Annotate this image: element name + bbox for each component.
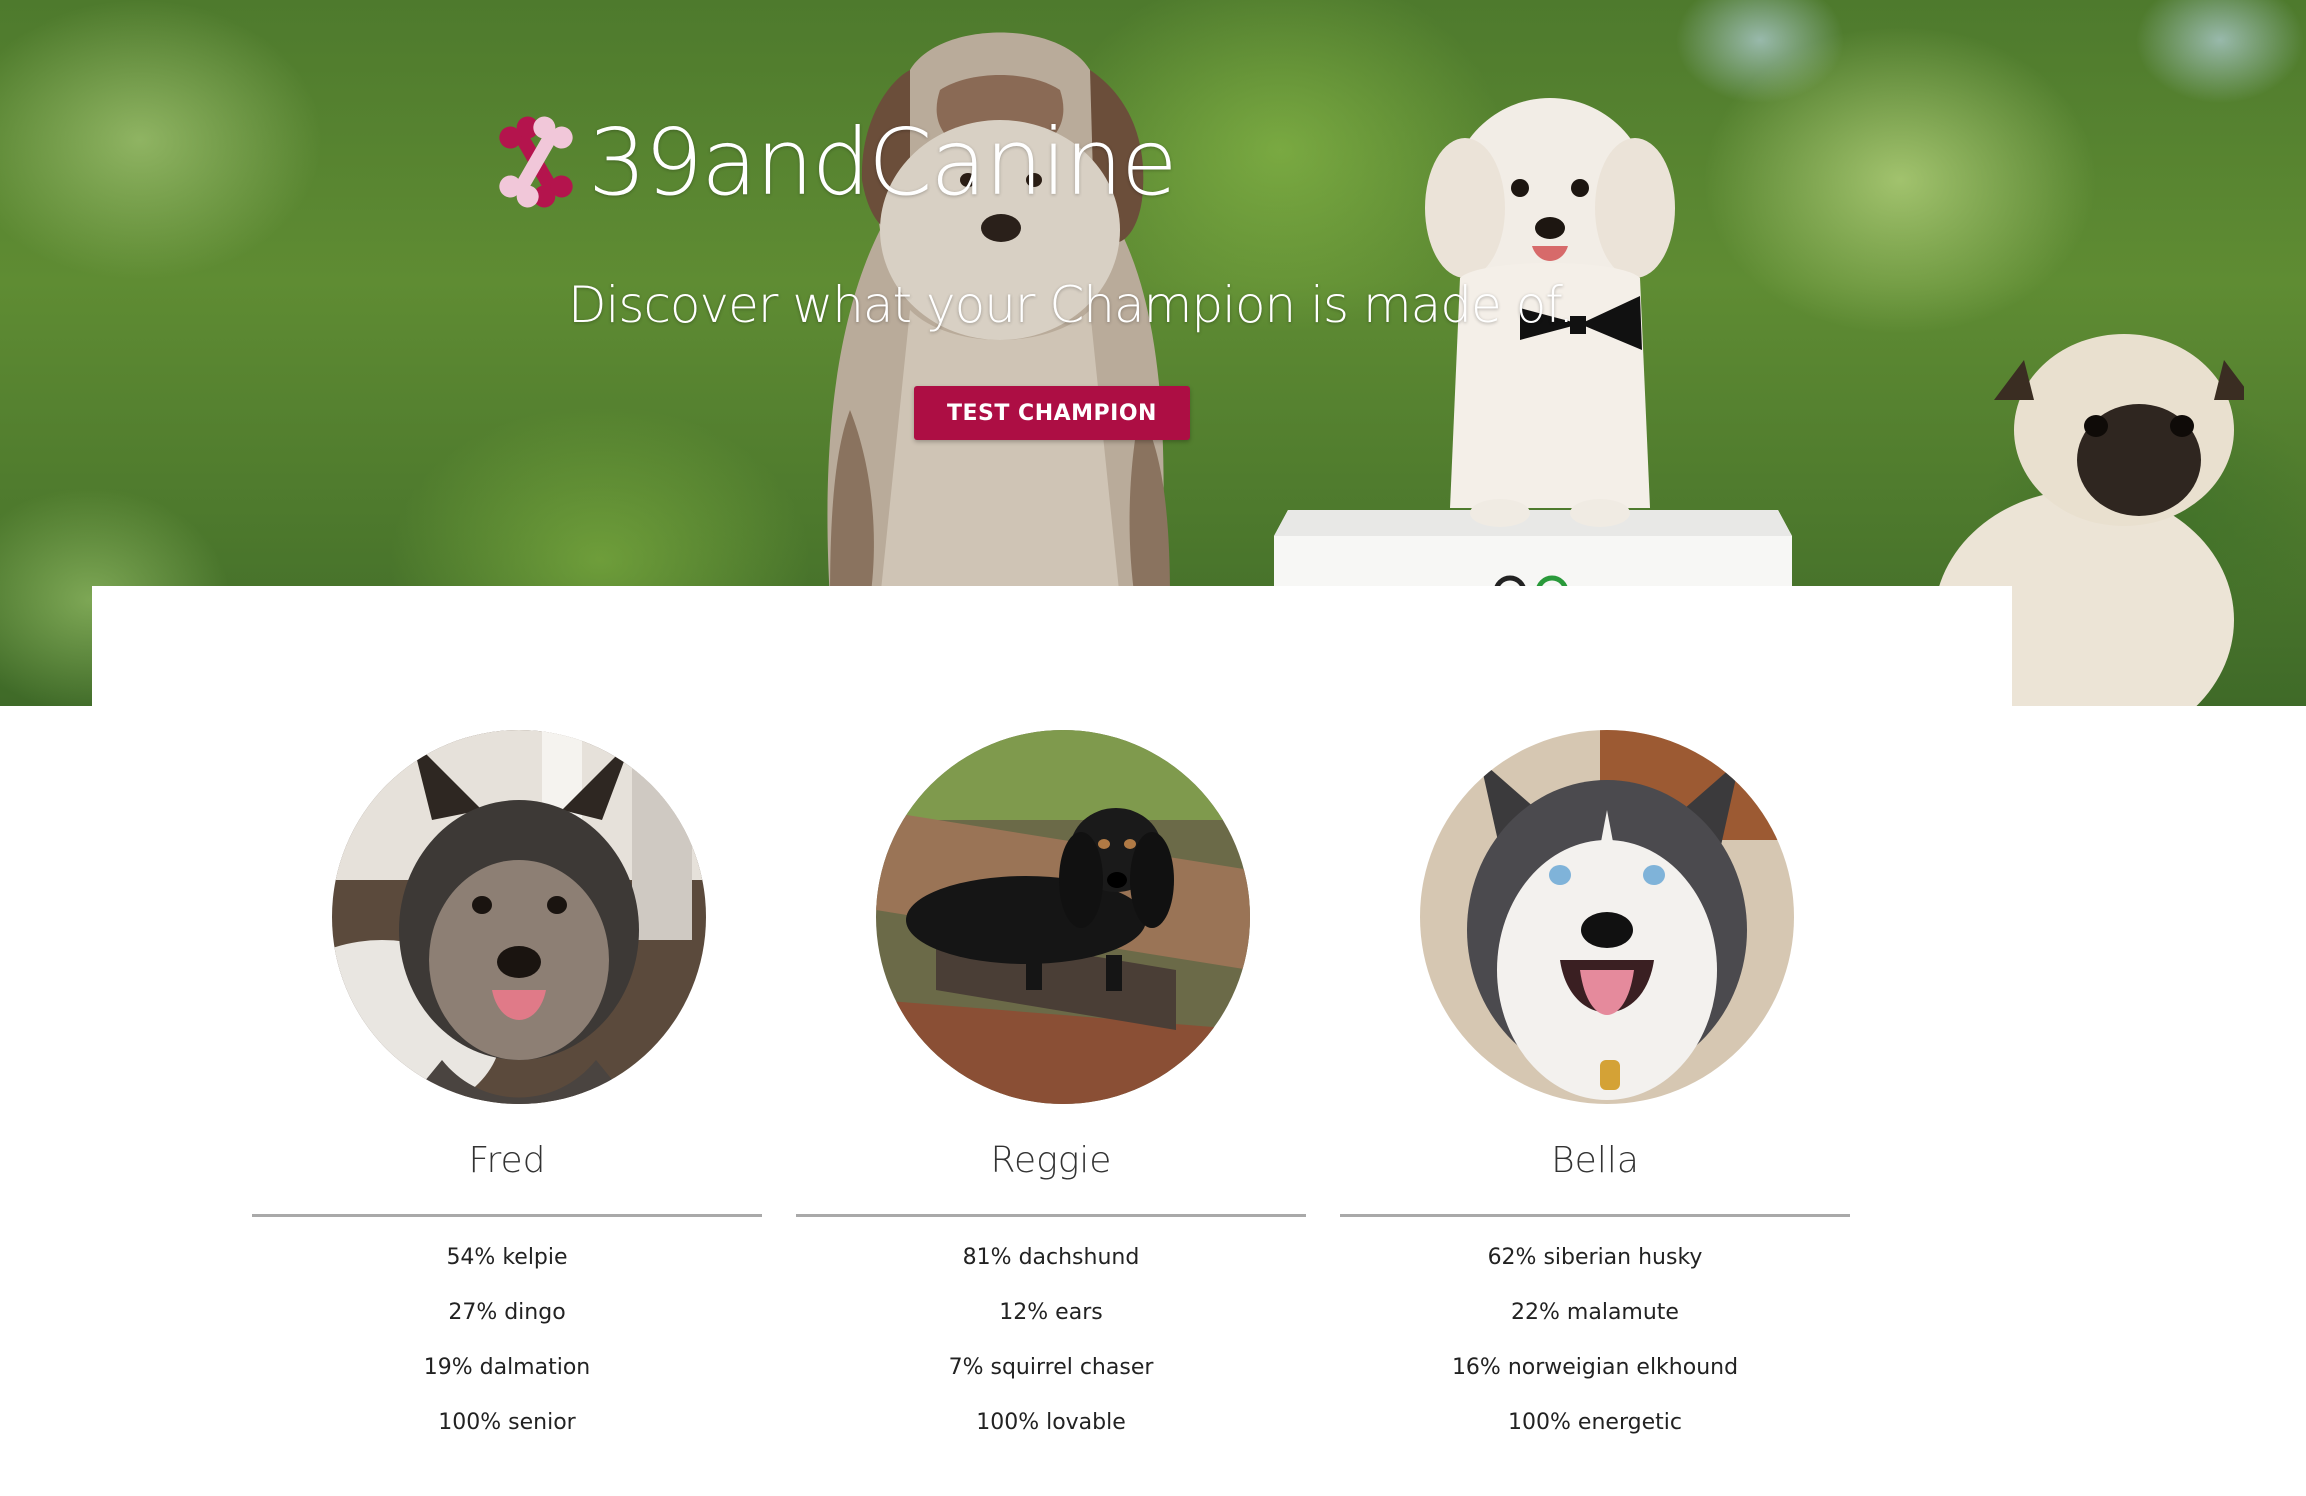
breakdown-item: 19% dalmation bbox=[423, 1355, 591, 1380]
breakdown-item: 54% kelpie bbox=[446, 1245, 568, 1270]
dog-photo bbox=[876, 730, 1250, 1104]
card-divider bbox=[252, 1214, 762, 1217]
dog-photo bbox=[1420, 730, 1794, 1104]
breakdown-item: 27% dingo bbox=[448, 1300, 566, 1325]
breakdown-item: 62% siberian husky bbox=[1487, 1245, 1703, 1270]
brand-title: 39andCanine bbox=[588, 108, 1178, 216]
content-panel bbox=[92, 586, 2012, 716]
bone-icon bbox=[499, 116, 573, 208]
breakdown-item: 81% dachshund bbox=[962, 1245, 1140, 1270]
breakdown-item: 100% lovable bbox=[976, 1410, 1126, 1435]
breakdown-item: 16% norweigian elkhound bbox=[1451, 1355, 1739, 1380]
dog-photo bbox=[332, 730, 706, 1104]
dog-breakdown-list: 54% kelpie 27% dingo 19% dalmation 100% … bbox=[252, 1238, 762, 1458]
card-divider bbox=[1340, 1214, 1850, 1217]
breakdown-item: 12% ears bbox=[999, 1300, 1103, 1325]
breakdown-item: 22% malamute bbox=[1511, 1300, 1679, 1325]
test-champion-button[interactable]: TEST CHAMPION bbox=[914, 386, 1190, 440]
breakdown-item: 100% energetic bbox=[1508, 1410, 1682, 1435]
card-divider bbox=[796, 1214, 1306, 1217]
dog-name: Reggie bbox=[990, 1140, 1112, 1181]
dog-name: Bella bbox=[1551, 1140, 1639, 1181]
brand-logo[interactable]: 39andCanine bbox=[496, 109, 1178, 216]
breakdown-item: 7% squirrel chaser bbox=[948, 1355, 1154, 1380]
breakdown-item: 100% senior bbox=[438, 1410, 576, 1435]
dog-breakdown-list: 62% siberian husky 22% malamute 16% norw… bbox=[1340, 1238, 1850, 1458]
hero-tagline: Discover what your Champion is made of. bbox=[568, 276, 1574, 334]
dog-breakdown-list: 81% dachshund 12% ears 7% squirrel chase… bbox=[796, 1238, 1306, 1458]
dog-name: Fred bbox=[468, 1140, 546, 1181]
